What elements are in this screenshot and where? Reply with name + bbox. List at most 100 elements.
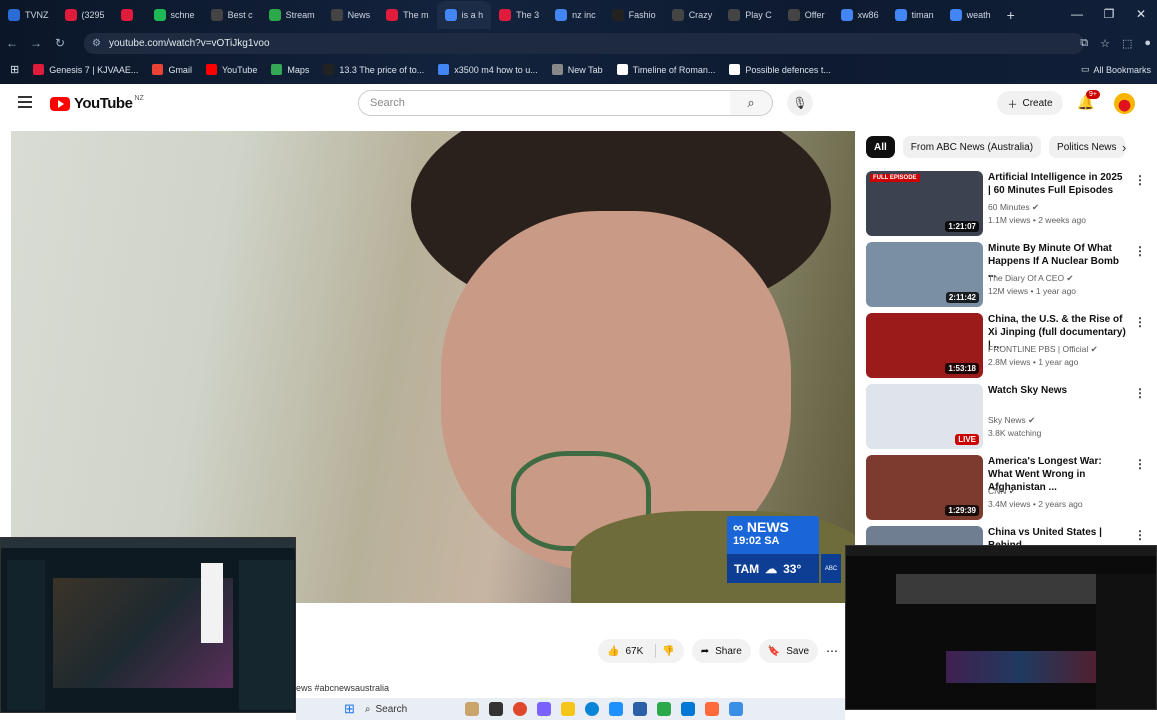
video-thumbnail[interactable]: 1:53:18	[866, 313, 983, 378]
browser-tab[interactable]: Offer	[780, 1, 833, 29]
video-player[interactable]: ∞ NEWS 19:02 SA TAM ☁ 33° ABC	[11, 131, 855, 603]
channel-name[interactable]: The Diary Of A CEO ✔	[988, 273, 1074, 284]
browser-tab[interactable]: Crazy	[664, 1, 721, 29]
taskbar-app-icon[interactable]	[680, 702, 695, 716]
tab-label: xw86	[857, 10, 879, 20]
reload-icon[interactable]: ↻	[48, 36, 72, 50]
more-options-icon[interactable]: ⋮	[1134, 457, 1146, 471]
recommendation-item[interactable]: LIVE Watch Sky News Sky News ✔ 3.8K watchin…	[866, 384, 1151, 455]
channel-name[interactable]: FRONTLINE PBS | Official ✔	[988, 344, 1098, 355]
maximize-icon[interactable]: ❐	[1093, 7, 1125, 21]
address-bar[interactable]: ⚙ youtube.com/watch?v=vOTiJkg1voo	[84, 33, 1084, 54]
back-icon[interactable]: ←	[0, 36, 24, 50]
more-options-icon[interactable]: ⋮	[1134, 173, 1146, 187]
like-button[interactable]: 👍 67K 👎	[598, 639, 684, 663]
cast-icon[interactable]: ⧉	[1080, 37, 1088, 50]
extensions-icon[interactable]: ⬚	[1122, 37, 1132, 50]
menu-icon[interactable]	[18, 96, 32, 110]
browser-tab[interactable]: Stream	[261, 1, 323, 29]
browser-tab[interactable]: The 3	[491, 1, 547, 29]
save-button[interactable]: 🔖 Save	[758, 639, 819, 663]
taskbar-app-icon[interactable]	[704, 702, 719, 716]
taskbar-search[interactable]: ⌕ Search	[365, 704, 455, 715]
bookmark-item[interactable]: Possible defences t...	[729, 64, 831, 75]
windows-start-icon[interactable]: ⊞	[344, 701, 355, 717]
video-thumbnail[interactable]: FULL EPISODE 1:21:07	[866, 171, 983, 236]
filter-chip[interactable]: From ABC News (Australia)	[902, 136, 1042, 158]
taskbar-app-icon[interactable]	[608, 702, 623, 716]
recommendation-title[interactable]: Watch Sky News	[988, 384, 1128, 397]
recommendation-item[interactable]: FULL EPISODE 1:21:07 Artificial Intelligen…	[866, 171, 1151, 242]
thumbs-down-icon[interactable]: 👎	[662, 646, 674, 657]
file-explorer-icon[interactable]	[560, 702, 575, 716]
search-input[interactable]: Search	[358, 90, 731, 116]
filter-chip[interactable]: Politics News	[1049, 136, 1125, 158]
channel-name[interactable]: 60 Minutes ✔	[988, 202, 1039, 213]
more-options-icon[interactable]: ⋮	[1134, 386, 1146, 400]
chrome-icon[interactable]	[512, 702, 527, 716]
browser-tab[interactable]: is a h	[436, 1, 492, 29]
recommendation-item[interactable]: 2:11:42 Minute By Minute Of What Happens …	[866, 242, 1151, 313]
video-hashtags[interactable]: ews #abcnewsaustralia	[296, 683, 389, 693]
browser-tab[interactable]: weath	[942, 1, 999, 29]
taskbar-app-icon[interactable]	[488, 702, 503, 716]
browser-tab[interactable]: The m	[378, 1, 437, 29]
recommendation-title[interactable]: Artificial Intelligence in 2025 | 60 Min…	[988, 171, 1128, 197]
bookmark-item[interactable]: Maps	[271, 64, 309, 75]
pip-window-casino[interactable]	[0, 537, 296, 713]
voice-search-button[interactable]: 🎙	[787, 90, 813, 116]
browser-tab[interactable]: (3295	[57, 1, 113, 29]
browser-tab[interactable]: schne	[146, 1, 203, 29]
taskbar-app-icon[interactable]	[656, 702, 671, 716]
minimize-icon[interactable]: —	[1061, 7, 1093, 21]
video-thumbnail[interactable]: LIVE	[866, 384, 983, 449]
recommendation-item[interactable]: 1:53:18 China, the U.S. & the Rise of Xi …	[866, 313, 1151, 384]
more-actions-icon[interactable]: ⋯	[826, 644, 838, 658]
site-info-icon[interactable]: ⚙	[92, 38, 101, 49]
bookmark-item[interactable]: Timeline of Roman...	[616, 64, 715, 75]
browser-tab[interactable]: News	[323, 1, 379, 29]
edge-icon[interactable]	[584, 702, 599, 716]
browser-tab[interactable]: nz inc	[547, 1, 604, 29]
channel-name[interactable]: CNN ✔	[988, 486, 1016, 497]
more-options-icon[interactable]: ⋮	[1134, 528, 1146, 542]
bookmark-item[interactable]: Genesis 7 | KJVAAE...	[33, 64, 138, 75]
taskbar-app-icon[interactable]	[728, 702, 743, 716]
close-icon[interactable]: ✕	[1125, 7, 1157, 21]
taskbar-app-icon[interactable]	[536, 702, 551, 716]
taskbar-app-icon[interactable]	[632, 702, 647, 716]
create-button[interactable]: ＋ Create	[997, 91, 1063, 115]
bookmark-item[interactable]: Gmail	[152, 64, 192, 75]
browser-tab[interactable]: TVNZ	[0, 1, 57, 29]
bookmark-item[interactable]: 13.3 The price of to...	[323, 64, 424, 75]
taskbar-widget-icon[interactable]	[464, 702, 479, 716]
share-button[interactable]: ➦ Share	[691, 639, 751, 663]
video-thumbnail[interactable]: 1:29:39	[866, 455, 983, 520]
more-options-icon[interactable]: ⋮	[1134, 315, 1146, 329]
more-options-icon[interactable]: ⋮	[1134, 244, 1146, 258]
apps-icon[interactable]: ⊞	[10, 63, 19, 76]
avatar[interactable]	[1114, 93, 1135, 114]
channel-name[interactable]: Sky News ✔	[988, 415, 1035, 426]
bookmark-item[interactable]: YouTube	[205, 64, 257, 75]
recommendation-item[interactable]: 1:29:39 America's Longest War: What Went …	[866, 455, 1151, 526]
browser-tab[interactable]: Fashio	[604, 1, 664, 29]
youtube-logo[interactable]: YouTube NZ	[50, 95, 144, 112]
browser-tab[interactable]	[113, 1, 146, 29]
video-thumbnail[interactable]: 2:11:42	[866, 242, 983, 307]
profile-icon[interactable]: ●	[1144, 37, 1151, 49]
bookmark-item[interactable]: x3500 m4 how to u...	[438, 64, 538, 75]
filter-chip[interactable]: All	[866, 136, 895, 158]
browser-tab[interactable]: xw86	[833, 1, 887, 29]
bookmark-item[interactable]: New Tab	[551, 64, 603, 75]
search-button[interactable]: ⌕	[730, 90, 773, 116]
chevron-right-icon[interactable]: ›	[1122, 140, 1126, 155]
browser-tab[interactable]: Best c	[203, 1, 261, 29]
all-bookmarks[interactable]: ▭ All Bookmarks	[1081, 57, 1151, 82]
new-tab-icon[interactable]: +	[999, 7, 1023, 23]
browser-tab[interactable]: Play C	[720, 1, 780, 29]
bookmark-star-icon[interactable]: ☆	[1100, 37, 1110, 50]
forward-icon[interactable]: →	[24, 36, 48, 50]
browser-tab[interactable]: timan	[887, 1, 942, 29]
pip-window-stream[interactable]	[845, 545, 1157, 710]
